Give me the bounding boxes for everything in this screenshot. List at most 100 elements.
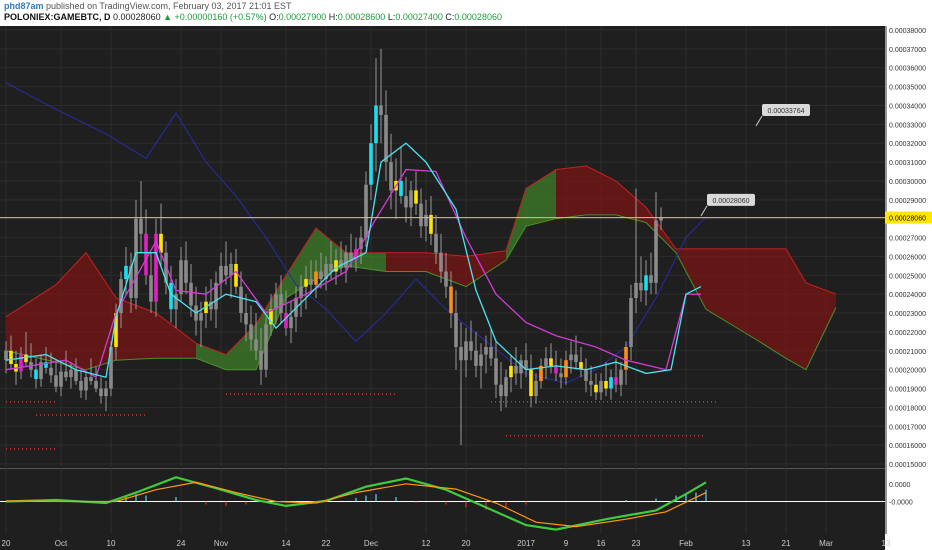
- y-tick-label: 0.00021000: [889, 349, 926, 356]
- x-tick-label: 12: [422, 539, 431, 548]
- y-tick-label: 0.00023000: [889, 311, 926, 318]
- y-tick-label: 0.00038000: [889, 28, 926, 35]
- candle-body: [654, 220, 658, 283]
- y-tick-label: 0.00027000: [889, 236, 926, 243]
- candle-body: [439, 252, 443, 272]
- candle-body: [149, 275, 153, 302]
- candle-body: [79, 380, 83, 391]
- candle-body: [169, 282, 173, 310]
- candle-body: [474, 350, 478, 366]
- candle-body: [424, 214, 428, 227]
- candle-body: [254, 339, 258, 351]
- candle-body: [619, 369, 623, 385]
- candle-body: [594, 384, 598, 393]
- candle-body: [179, 260, 183, 295]
- chart-header: phd87am published on TradingView.com, Fe…: [0, 0, 932, 26]
- y-tick-label: 0.00037000: [889, 47, 926, 54]
- candle-body: [644, 275, 648, 291]
- price-chart[interactable]: 0.00038000 0.00037000 0.00036000 0.00035000…: [0, 26, 932, 550]
- macd-tick-label: 0.0000: [889, 482, 911, 489]
- candle-body: [369, 143, 373, 185]
- candle-body: [239, 286, 243, 314]
- macd-tick-label: -0.0000: [889, 500, 913, 507]
- kumo-cloud-segment: [386, 252, 426, 272]
- candle-body: [289, 316, 293, 329]
- y-tick-label: 0.00016000: [889, 443, 926, 450]
- candle-body: [279, 294, 283, 314]
- x-tick-label: 21: [782, 539, 791, 548]
- candle-body: [409, 190, 413, 208]
- low-value: 0.00027400: [395, 12, 443, 22]
- candle-body: [564, 360, 568, 378]
- y-tick-label: 0.00031000: [889, 160, 926, 167]
- symbol-label[interactable]: POLONIEX:GAMEBTC, D: [4, 12, 111, 22]
- candle-body: [484, 347, 488, 355]
- candle-body: [589, 380, 593, 385]
- candle-body: [249, 324, 253, 340]
- y-tick-label: 0.00019000: [889, 387, 926, 394]
- y-tick-label: 0.00035000: [889, 85, 926, 92]
- candle-body: [319, 271, 323, 280]
- candle-body: [84, 377, 88, 391]
- callout-text: 0.00028060: [713, 198, 750, 205]
- x-tick-label: 13: [742, 539, 751, 548]
- candle-body: [54, 375, 58, 387]
- candle-body: [464, 341, 468, 361]
- candle-body: [94, 380, 98, 389]
- publisher-user[interactable]: phd87am: [4, 1, 44, 11]
- y-tick-label: 0.00022000: [889, 330, 926, 337]
- candle-body: [9, 350, 13, 364]
- candle-body: [609, 377, 613, 389]
- y-tick-label: 0.00030000: [889, 179, 926, 186]
- y-tick-label: 0.00025000: [889, 273, 926, 280]
- x-tick-label: Mar: [819, 539, 833, 548]
- candle-body: [544, 358, 548, 366]
- candle-body: [469, 341, 473, 351]
- x-tick-label: 14: [282, 539, 291, 548]
- y-tick-label: 0.00020000: [889, 368, 926, 375]
- candle-body: [69, 369, 73, 378]
- y-tick-label: 0.00024000: [889, 292, 926, 299]
- y-tick-label: 0.00018000: [889, 405, 926, 412]
- x-tick-label: Feb: [679, 539, 693, 548]
- candle-body: [59, 371, 63, 387]
- candle-body: [634, 282, 638, 298]
- x-tick-label: 20: [2, 539, 11, 548]
- candle-body: [604, 380, 608, 389]
- callout-text: 0.00033764: [768, 108, 805, 115]
- candle-body: [64, 371, 68, 378]
- candle-body: [399, 180, 403, 197]
- high-value: 0.00028600: [337, 12, 386, 22]
- open-value: 0.00027900: [278, 12, 327, 22]
- x-tick-label: Dec: [364, 539, 378, 548]
- candle-body: [259, 350, 263, 370]
- open-label: O:: [269, 12, 279, 22]
- candle-body: [19, 354, 23, 372]
- candle-body: [284, 313, 288, 329]
- last-price-tag-text: 0.00028060: [889, 216, 926, 223]
- published-text: published on TradingView.com, February 0…: [46, 1, 292, 11]
- candle-body: [234, 263, 238, 287]
- candle-body: [554, 365, 558, 374]
- y-tick-label: 0.00032000: [889, 141, 926, 148]
- candle-body: [584, 369, 588, 381]
- x-tick-label: 24: [177, 539, 186, 548]
- candle-body: [309, 279, 313, 285]
- candle-body: [24, 354, 28, 363]
- candle-body: [444, 271, 448, 287]
- x-tick-label: Oct: [55, 539, 68, 548]
- candle-body: [514, 365, 518, 374]
- candle-body: [489, 347, 493, 359]
- candle-body: [649, 275, 653, 283]
- candle-body: [419, 203, 423, 227]
- candle-body: [404, 196, 408, 208]
- candle-body: [494, 358, 498, 385]
- candle-body: [569, 354, 573, 361]
- candle-body: [599, 380, 603, 393]
- candle-body: [329, 263, 333, 272]
- y-tick-label: 0.00017000: [889, 424, 926, 431]
- candle-body: [34, 369, 38, 380]
- candle-body: [499, 384, 503, 397]
- candle-body: [639, 282, 643, 291]
- x-tick-label: 22: [322, 539, 331, 548]
